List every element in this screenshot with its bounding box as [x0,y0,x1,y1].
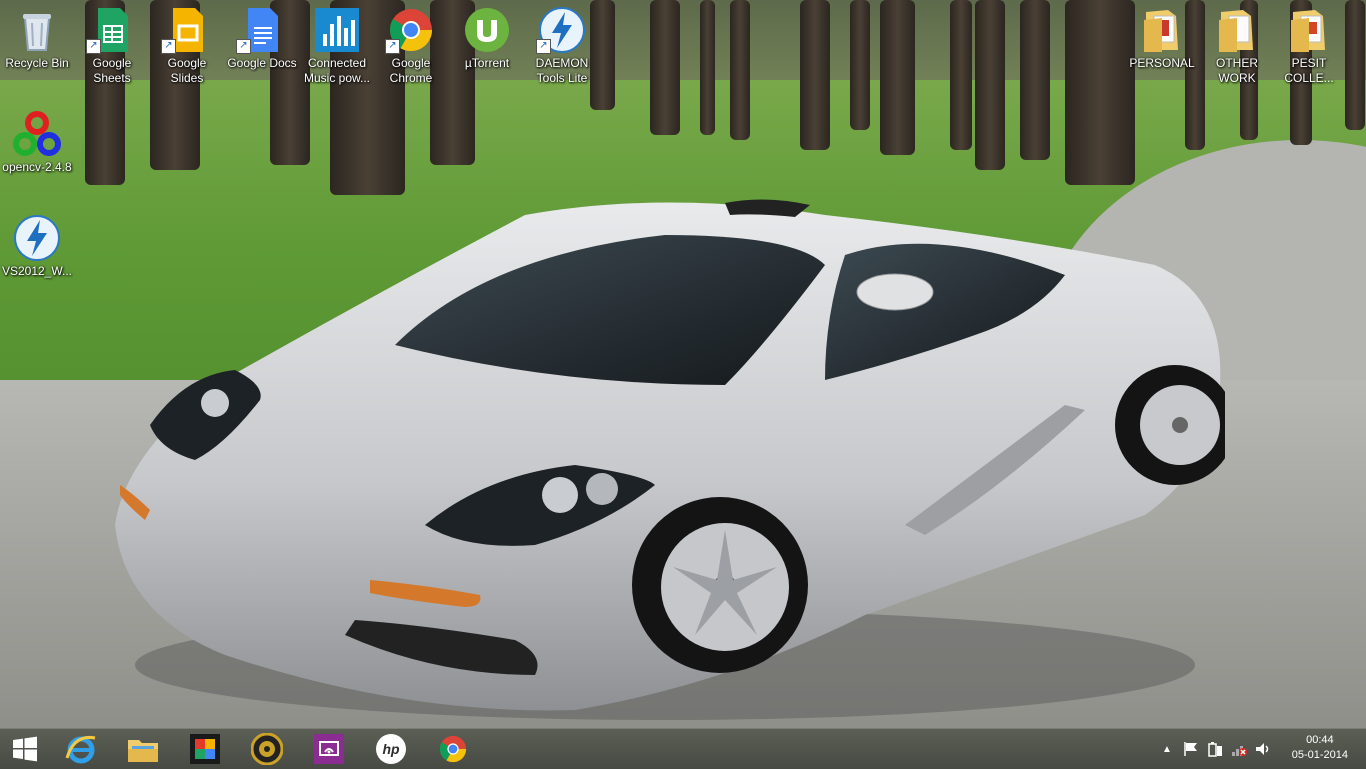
taskbar-file-explorer[interactable] [123,731,163,767]
taskbar-wireless-display[interactable] [309,731,349,767]
file-explorer-icon [128,740,158,762]
google-docs-icon: ↗ [236,6,286,54]
desktop-icon-label: PERSONAL [1129,56,1195,70]
connected-music-icon [313,6,361,54]
taskbar-clock[interactable]: 00:44 05-01-2014 [1292,733,1348,763]
clock-date: 05-01-2014 [1291,749,1348,761]
folder-icon [1213,6,1261,54]
desktop-icon-label: Google Sheets [92,56,132,85]
utorrent-icon [463,6,511,54]
desktop-icon-label: OTHER WORK [1216,56,1258,85]
svg-text:hp: hp [382,741,400,757]
desktop-icon-google-docs[interactable]: ↗ Google Docs [225,6,299,71]
wireless-display-icon [314,734,344,764]
taskbar-photo-app[interactable] [185,731,225,767]
desktop-icon-google-slides[interactable]: ↗ Google Slides [150,6,224,86]
folder-icon [1285,6,1333,54]
shortcut-arrow-icon: ↗ [385,39,400,54]
system-tray: ▲ [1158,729,1278,769]
chrome-icon [439,735,467,763]
chrome-icon: ↗ [385,6,435,54]
action-center-flag-icon[interactable] [1182,741,1200,757]
desktop-icon-label: opencv-2.4.8 [2,160,72,174]
network-disconnected-icon[interactable] [1230,741,1248,757]
shortcut-arrow-icon: ↗ [161,39,176,54]
windows-logo-icon [13,736,37,762]
shortcut-arrow-icon: ↗ [536,39,551,54]
desktop-wallpaper [0,0,1366,728]
taskbar-google-chrome[interactable] [433,731,473,767]
folder-icon [1138,6,1186,54]
desktop-icon-utorrent[interactable]: µTorrent [450,6,524,71]
recycle-bin-icon [13,6,61,54]
shortcut-arrow-icon: ↗ [236,39,251,54]
shortcut-arrow-icon: ↗ [86,39,101,54]
internet-explorer-icon [65,735,96,764]
media-player-icon [251,733,283,765]
opencv-icon [13,110,61,158]
desktop-icon-label: Google Chrome [389,56,433,85]
taskbar: hp ▲ 00:44 05-01-2014 [0,728,1366,769]
desktop-icon-daemon-tools[interactable]: ↗ DAEMON Tools Lite [525,6,599,86]
vs2012-icon [13,214,61,262]
desktop-icon-label: Connected Music pow... [303,56,371,85]
taskbar-media-player[interactable] [247,731,287,767]
photo-app-icon [190,734,220,764]
desktop-icon-connected-music[interactable]: Connected Music pow... [300,6,374,86]
start-button[interactable] [5,731,45,767]
desktop-icon-other-work[interactable]: OTHER WORK [1200,6,1274,86]
google-slides-icon: ↗ [161,6,211,54]
hp-icon: hp [376,734,406,764]
desktop-icon-label: Google Slides [167,56,207,85]
taskbar-internet-explorer[interactable] [61,731,101,767]
desktop-icon-label: Google Docs [227,56,297,70]
desktop-icon-google-chrome[interactable]: ↗ Google Chrome [374,6,448,86]
desktop-icon-personal[interactable]: PERSONAL [1125,6,1199,71]
daemon-tools-icon: ↗ [536,6,586,54]
desktop-icon-label: VS2012_W... [1,264,73,278]
desktop-icon-label: Recycle Bin [5,56,69,70]
desktop-icon-opencv[interactable]: opencv-2.4.8 [0,110,74,175]
desktop-icon-google-sheets[interactable]: ↗ Google Sheets [75,6,149,86]
google-sheets-icon: ↗ [86,6,136,54]
battery-icon[interactable] [1206,741,1224,757]
desktop-icon-label: PESIT COLLE... [1284,56,1334,85]
taskbar-hp-app[interactable]: hp [371,731,411,767]
show-hidden-icons-chevron-icon[interactable]: ▲ [1158,744,1176,755]
desktop-icon-recycle-bin[interactable]: Recycle Bin [0,6,74,71]
clock-time: 00:44 [1306,734,1334,746]
desktop-icon-label: µTorrent [464,56,510,70]
desktop-icon-pesit-college[interactable]: PESIT COLLE... [1272,6,1346,86]
car-wallpaper-image [115,199,1225,720]
volume-icon[interactable] [1254,741,1272,757]
desktop-icon-vs2012[interactable]: VS2012_W... [0,214,74,279]
desktop-icon-label: DAEMON Tools Lite [535,56,589,85]
